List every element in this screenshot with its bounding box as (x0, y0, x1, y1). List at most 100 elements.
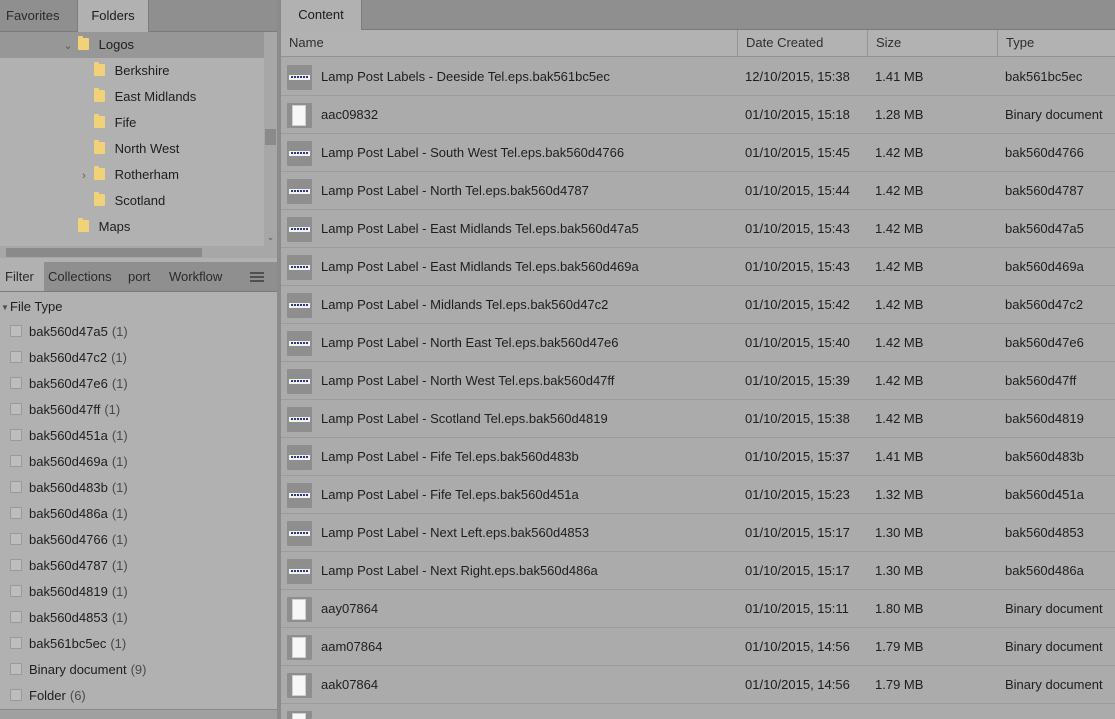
file-row[interactable]: Lamp Post Label - Fife Tel.eps.bak560d48… (281, 438, 1115, 476)
filter-option[interactable]: bak560d469a (1) (10, 449, 128, 475)
file-row[interactable]: aay07864 01/10/2015, 15:11 1.80 MB Binary d… (281, 590, 1115, 628)
file-row[interactable]: aac09832 01/10/2015, 15:18 1.28 MB Binary d… (281, 96, 1115, 134)
file-row[interactable]: Lamp Post Label - Fife Tel.eps.bak560d45… (281, 476, 1115, 514)
file-size: 1.80 MB (875, 601, 924, 616)
filter-checkbox[interactable] (10, 637, 22, 649)
file-row[interactable]: Lamp Post Label - East Midlands Tel.eps.… (281, 210, 1115, 248)
folder-label: Scotland (114, 193, 166, 208)
filter-option-label: bak560d483b (29, 480, 108, 495)
scroll-down-arrow-icon[interactable]: ⌄ (265, 232, 276, 243)
file-row[interactable]: Lamp Post Label - Next Right.eps.bak560d… (281, 552, 1115, 590)
filter-checkbox[interactable] (10, 611, 22, 623)
filter-option-count: (1) (111, 324, 128, 339)
filter-option[interactable]: Folder (6) (10, 683, 86, 709)
folder-label: East Midlands (114, 89, 197, 104)
tab-filter[interactable]: Filter (0, 262, 44, 291)
filter-checkbox[interactable] (10, 455, 22, 467)
filter-option[interactable]: bak560d4787 (1) (10, 553, 128, 579)
left-panel: Favorites Folders ⌄ Logos Berkshire East… (0, 0, 277, 719)
folder-tree-item[interactable]: Maps (0, 214, 130, 240)
filter-option[interactable]: bak560d483b (1) (10, 475, 128, 501)
folder-tree-item[interactable]: ⌄ Logos (0, 32, 264, 58)
file-type: Binary document (1005, 107, 1103, 122)
filter-option[interactable]: bak560d4766 (1) (10, 527, 128, 553)
file-row[interactable]: Lamp Post Label - North West Tel.eps.bak… (281, 362, 1115, 400)
column-header-date-created[interactable]: Date Created (738, 30, 868, 57)
folder-tree-item[interactable]: › Rotherham (0, 162, 179, 188)
filter-option[interactable]: bak561bc5ec (1) (10, 631, 126, 657)
document-thumbnail-icon (287, 635, 312, 660)
label-thumbnail-icon (287, 141, 312, 166)
filter-checkbox[interactable] (10, 507, 22, 519)
tab-collections[interactable]: Collections (48, 262, 126, 291)
folder-tree-item[interactable]: North West (0, 136, 179, 162)
file-row-partial[interactable] (281, 704, 1115, 719)
filter-option[interactable]: Binary document (9) (10, 657, 146, 683)
content-panel: Content Name Date Created Size Type Lamp… (281, 0, 1115, 719)
filter-panel: ▼File Type bak560d47a5 (1) bak560d47c2 (1) b… (0, 292, 277, 708)
filter-checkbox[interactable] (10, 481, 22, 493)
filter-checkbox[interactable] (10, 663, 22, 675)
filter-option[interactable]: bak560d4819 (1) (10, 579, 128, 605)
filter-checkbox[interactable] (10, 585, 22, 597)
file-row[interactable]: Lamp Post Label - Midlands Tel.eps.bak56… (281, 286, 1115, 324)
expand-chevron-icon[interactable]: › (78, 163, 90, 189)
file-type: bak560d4819 (1005, 411, 1084, 426)
filter-group-header[interactable]: ▼File Type (0, 298, 62, 316)
tab-content[interactable]: Content (281, 0, 362, 31)
filter-checkbox[interactable] (10, 533, 22, 545)
folder-label: Maps (98, 219, 131, 234)
panel-menu-icon[interactable] (250, 272, 264, 282)
tab-workflow[interactable]: Workflow (169, 262, 231, 291)
filter-option[interactable]: bak560d47e6 (1) (10, 371, 128, 397)
tab-favorites[interactable]: Favorites (0, 0, 70, 32)
filter-option[interactable]: bak560d47a5 (1) (10, 319, 128, 345)
folder-tree-item[interactable]: East Midlands (0, 84, 196, 110)
file-row[interactable]: aam07864 01/10/2015, 14:56 1.79 MB Binary d… (281, 628, 1115, 666)
file-name: Lamp Post Label - South West Tel.eps.bak… (321, 145, 625, 160)
file-name: Lamp Post Label - East Midlands Tel.eps.… (321, 259, 639, 274)
filter-option[interactable]: bak560d451a (1) (10, 423, 128, 449)
tab-folders[interactable]: Folders (77, 0, 149, 33)
file-row[interactable]: Lamp Post Label - North East Tel.eps.bak… (281, 324, 1115, 362)
filter-option[interactable]: bak560d47ff (1) (10, 397, 120, 423)
file-type: bak560d47a5 (1005, 221, 1084, 236)
filter-checkbox[interactable] (10, 325, 22, 337)
expand-chevron-icon[interactable]: ⌄ (62, 33, 74, 59)
file-row[interactable]: aak07864 01/10/2015, 14:56 1.79 MB Binary d… (281, 666, 1115, 704)
filter-option[interactable]: bak560d47c2 (1) (10, 345, 127, 371)
filter-checkbox[interactable] (10, 351, 22, 363)
file-row[interactable]: Lamp Post Labels - Deeside Tel.eps.bak56… (281, 58, 1115, 96)
filter-checkbox[interactable] (10, 377, 22, 389)
tab-export[interactable]: port (128, 262, 164, 291)
filter-checkbox[interactable] (10, 403, 22, 415)
file-name: Lamp Post Labels - Deeside Tel.eps.bak56… (321, 69, 610, 84)
column-header-name[interactable]: Name (281, 30, 738, 57)
folder-icon (93, 166, 105, 180)
file-row[interactable]: Lamp Post Label - North Tel.eps.bak560d4… (281, 172, 1115, 210)
file-row[interactable]: Lamp Post Label - East Midlands Tel.eps.… (281, 248, 1115, 286)
column-header-type[interactable]: Type (998, 30, 1115, 57)
label-thumbnail-icon (287, 483, 312, 508)
file-row[interactable]: Lamp Post Label - Scotland Tel.eps.bak56… (281, 400, 1115, 438)
column-header-size[interactable]: Size (868, 30, 998, 57)
filter-checkbox[interactable] (10, 559, 22, 571)
folder-tree-item[interactable]: Fife (0, 110, 136, 136)
file-name: Lamp Post Label - North East Tel.eps.bak… (321, 335, 619, 350)
folder-tree-scroll-thumb[interactable] (265, 129, 276, 145)
file-date-created: 01/10/2015, 14:56 (745, 639, 850, 654)
folder-tree-item[interactable]: Berkshire (0, 58, 170, 84)
file-row[interactable]: Lamp Post Label - Next Left.eps.bak560d4… (281, 514, 1115, 552)
file-row[interactable]: Lamp Post Label - South West Tel.eps.bak… (281, 134, 1115, 172)
folder-icon (93, 192, 105, 206)
file-name: Lamp Post Label - East Midlands Tel.eps.… (321, 221, 639, 236)
filter-checkbox[interactable] (10, 689, 22, 701)
file-name: Lamp Post Label - Midlands Tel.eps.bak56… (321, 297, 609, 312)
folder-tree-hscroll-thumb[interactable] (6, 248, 202, 257)
file-name: Lamp Post Label - Next Right.eps.bak560d… (321, 563, 598, 578)
filter-option[interactable]: bak560d486a (1) (10, 501, 128, 527)
folder-tree-item[interactable]: Scotland (0, 188, 165, 214)
file-name: aam07864 (321, 639, 383, 654)
filter-checkbox[interactable] (10, 429, 22, 441)
filter-option[interactable]: bak560d4853 (1) (10, 605, 128, 631)
